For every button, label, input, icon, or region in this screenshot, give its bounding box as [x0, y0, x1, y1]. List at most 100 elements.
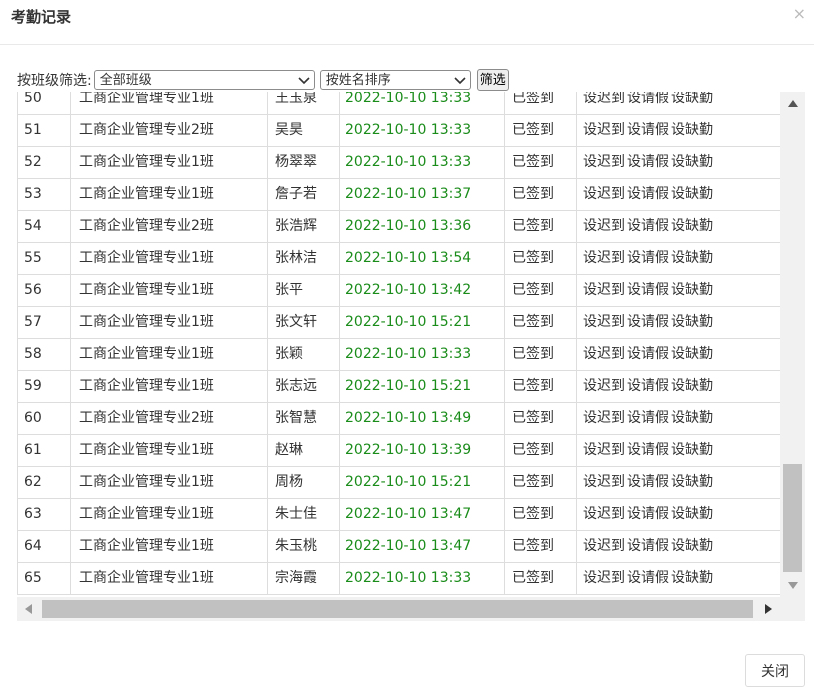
set-leave-link[interactable]: 设请假 — [627, 474, 669, 490]
row-status: 已签到 — [504, 339, 576, 370]
row-status: 已签到 — [504, 179, 576, 210]
row-signin-time: 2022-10-10 13:47 — [339, 531, 504, 562]
row-number: 55 — [17, 243, 70, 274]
vertical-scrollbar[interactable] — [780, 92, 805, 597]
row-status: 已签到 — [504, 467, 576, 498]
row-status: 已签到 — [504, 211, 576, 242]
row-student-name: 张智慧 — [267, 403, 339, 434]
scroll-up-icon[interactable] — [788, 100, 798, 107]
set-absent-link[interactable]: 设缺勤 — [671, 250, 713, 266]
close-button[interactable]: 关闭 — [745, 654, 805, 687]
table-body: 50 工商企业管理专业1班 王玉泉 2022-10-10 13:33 已签到 设迟到 设请假… — [17, 92, 780, 595]
set-absent-link[interactable]: 设缺勤 — [671, 538, 713, 554]
set-late-link[interactable]: 设迟到 — [583, 378, 625, 394]
set-absent-link[interactable]: 设缺勤 — [671, 92, 713, 106]
scroll-right-icon[interactable] — [765, 604, 772, 614]
table-row: 63 工商企业管理专业1班 朱士佳 2022-10-10 13:47 已签到 设迟到 设请假… — [17, 499, 780, 531]
vertical-scroll-thumb[interactable] — [783, 464, 802, 572]
row-number: 65 — [17, 563, 70, 594]
row-actions: 设迟到 设请假 设缺勤 — [576, 211, 780, 242]
set-late-link[interactable]: 设迟到 — [583, 346, 625, 362]
row-class: 工商企业管理专业2班 — [70, 115, 267, 146]
row-signin-time: 2022-10-10 13:33 — [339, 115, 504, 146]
set-late-link[interactable]: 设迟到 — [583, 92, 625, 106]
set-late-link[interactable]: 设迟到 — [583, 538, 625, 554]
set-absent-link[interactable]: 设缺勤 — [671, 378, 713, 394]
set-absent-link[interactable]: 设缺勤 — [671, 122, 713, 138]
set-absent-link[interactable]: 设缺勤 — [671, 186, 713, 202]
set-leave-link[interactable]: 设请假 — [627, 346, 669, 362]
table-row: 50 工商企业管理专业1班 王玉泉 2022-10-10 13:33 已签到 设迟到 设请假… — [17, 92, 780, 115]
set-leave-link[interactable]: 设请假 — [627, 538, 669, 554]
horizontal-scroll-thumb[interactable] — [42, 600, 753, 618]
row-number: 63 — [17, 499, 70, 530]
table-row: 57 工商企业管理专业1班 张文轩 2022-10-10 15:21 已签到 设迟到 设请假… — [17, 307, 780, 339]
set-late-link[interactable]: 设迟到 — [583, 122, 625, 138]
row-actions: 设迟到 设请假 设缺勤 — [576, 499, 780, 530]
row-actions: 设迟到 设请假 设缺勤 — [576, 243, 780, 274]
set-absent-link[interactable]: 设缺勤 — [671, 410, 713, 426]
set-leave-link[interactable]: 设请假 — [627, 570, 669, 586]
row-student-name: 张浩辉 — [267, 211, 339, 242]
set-late-link[interactable]: 设迟到 — [583, 186, 625, 202]
row-student-name: 张志远 — [267, 371, 339, 402]
horizontal-scrollbar[interactable] — [17, 597, 805, 621]
row-status: 已签到 — [504, 147, 576, 178]
row-status: 已签到 — [504, 563, 576, 594]
set-absent-link[interactable]: 设缺勤 — [671, 506, 713, 522]
row-student-name: 张平 — [267, 275, 339, 306]
table-row: 52 工商企业管理专业1班 杨翠翠 2022-10-10 13:33 已签到 设迟到 设请假… — [17, 147, 780, 179]
row-status: 已签到 — [504, 371, 576, 402]
set-late-link[interactable]: 设迟到 — [583, 442, 625, 458]
set-late-link[interactable]: 设迟到 — [583, 570, 625, 586]
set-absent-link[interactable]: 设缺勤 — [671, 346, 713, 362]
row-signin-time: 2022-10-10 13:33 — [339, 92, 504, 114]
scroll-left-icon[interactable] — [25, 604, 32, 614]
set-late-link[interactable]: 设迟到 — [583, 410, 625, 426]
row-student-name: 朱玉桃 — [267, 531, 339, 562]
row-signin-time: 2022-10-10 13:42 — [339, 275, 504, 306]
set-late-link[interactable]: 设迟到 — [583, 314, 625, 330]
set-late-link[interactable]: 设迟到 — [583, 218, 625, 234]
set-leave-link[interactable]: 设请假 — [627, 506, 669, 522]
filter-label: 按班级筛选: — [17, 73, 92, 89]
set-absent-link[interactable]: 设缺勤 — [671, 218, 713, 234]
attendance-dialog: 考勤记录 × 按班级筛选: 全部班级 按姓名排序 筛选 50 工商企业管理专业1班… — [0, 0, 814, 689]
set-leave-link[interactable]: 设请假 — [627, 282, 669, 298]
set-leave-link[interactable]: 设请假 — [627, 92, 669, 106]
set-leave-link[interactable]: 设请假 — [627, 442, 669, 458]
set-absent-link[interactable]: 设缺勤 — [671, 474, 713, 490]
set-absent-link[interactable]: 设缺勤 — [671, 282, 713, 298]
set-late-link[interactable]: 设迟到 — [583, 506, 625, 522]
table-row: 61 工商企业管理专业1班 赵琳 2022-10-10 13:39 已签到 设迟到 设请假设… — [17, 435, 780, 467]
scroll-down-icon[interactable] — [788, 582, 798, 589]
set-leave-link[interactable]: 设请假 — [627, 122, 669, 138]
set-absent-link[interactable]: 设缺勤 — [671, 442, 713, 458]
set-leave-link[interactable]: 设请假 — [627, 410, 669, 426]
set-leave-link[interactable]: 设请假 — [627, 250, 669, 266]
filter-button[interactable]: 筛选 — [476, 69, 509, 91]
set-late-link[interactable]: 设迟到 — [583, 282, 625, 298]
row-student-name: 赵琳 — [267, 435, 339, 466]
close-icon[interactable]: × — [793, 4, 806, 23]
filter-row: 按班级筛选: 全部班级 按姓名排序 筛选 — [17, 68, 509, 92]
row-signin-time: 2022-10-10 13:36 — [339, 211, 504, 242]
set-absent-link[interactable]: 设缺勤 — [671, 314, 713, 330]
set-late-link[interactable]: 设迟到 — [583, 474, 625, 490]
row-number: 61 — [17, 435, 70, 466]
set-leave-link[interactable]: 设请假 — [627, 314, 669, 330]
row-number: 52 — [17, 147, 70, 178]
set-leave-link[interactable]: 设请假 — [627, 378, 669, 394]
class-select[interactable]: 全部班级 — [93, 70, 315, 90]
row-class: 工商企业管理专业1班 — [70, 147, 267, 178]
set-leave-link[interactable]: 设请假 — [627, 218, 669, 234]
set-absent-link[interactable]: 设缺勤 — [671, 570, 713, 586]
set-late-link[interactable]: 设迟到 — [583, 154, 625, 170]
set-leave-link[interactable]: 设请假 — [627, 186, 669, 202]
set-absent-link[interactable]: 设缺勤 — [671, 154, 713, 170]
row-class: 工商企业管理专业1班 — [70, 499, 267, 530]
table-row: 58 工商企业管理专业1班 张颖 2022-10-10 13:33 已签到 设迟到 设请假设… — [17, 339, 780, 371]
sort-select[interactable]: 按姓名排序 — [319, 70, 471, 90]
set-late-link[interactable]: 设迟到 — [583, 250, 625, 266]
set-leave-link[interactable]: 设请假 — [627, 154, 669, 170]
